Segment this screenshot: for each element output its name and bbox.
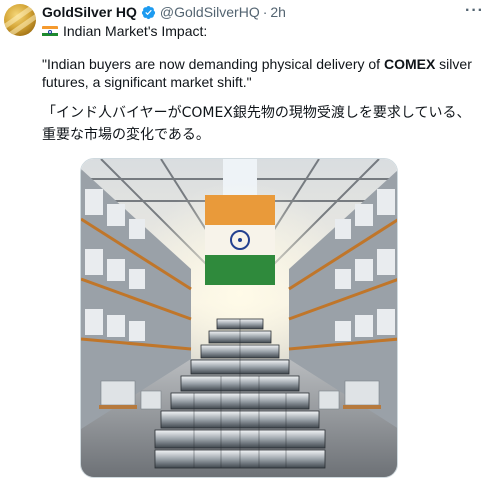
user-handle[interactable]: @GoldSilverHQ: [160, 4, 260, 20]
tweet-quote: "Indian buyers are now demanding physica…: [42, 55, 482, 91]
warehouse-silver-bars-image[interactable]: [80, 158, 398, 478]
verified-badge-icon: [141, 5, 155, 19]
india-flag-icon: [42, 25, 58, 37]
timestamp[interactable]: 2h: [270, 4, 286, 20]
more-icon[interactable]: ···: [465, 2, 484, 20]
tweet-header: GoldSilver HQ @GoldSilverHQ · 2h: [42, 3, 486, 21]
tweet[interactable]: GoldSilver HQ @GoldSilverHQ · 2h ··· Ind…: [0, 0, 496, 486]
flag-banner: [205, 195, 275, 285]
headline-text: Indian Market's Impact:: [63, 23, 208, 39]
translation-text: 「インド人バイヤーがCOMEX銀先物の現物受渡しを要求している、 重要な市場の変…: [42, 105, 471, 143]
headline: Indian Market's Impact:: [42, 23, 207, 39]
separator-dot: ·: [262, 4, 268, 20]
warehouse-illustration: [81, 159, 397, 477]
quote-before: "Indian buyers are now demanding physica…: [42, 56, 384, 72]
avatar[interactable]: [4, 4, 36, 36]
display-name[interactable]: GoldSilver HQ: [42, 4, 137, 20]
quote-bold: COMEX: [383, 56, 436, 72]
